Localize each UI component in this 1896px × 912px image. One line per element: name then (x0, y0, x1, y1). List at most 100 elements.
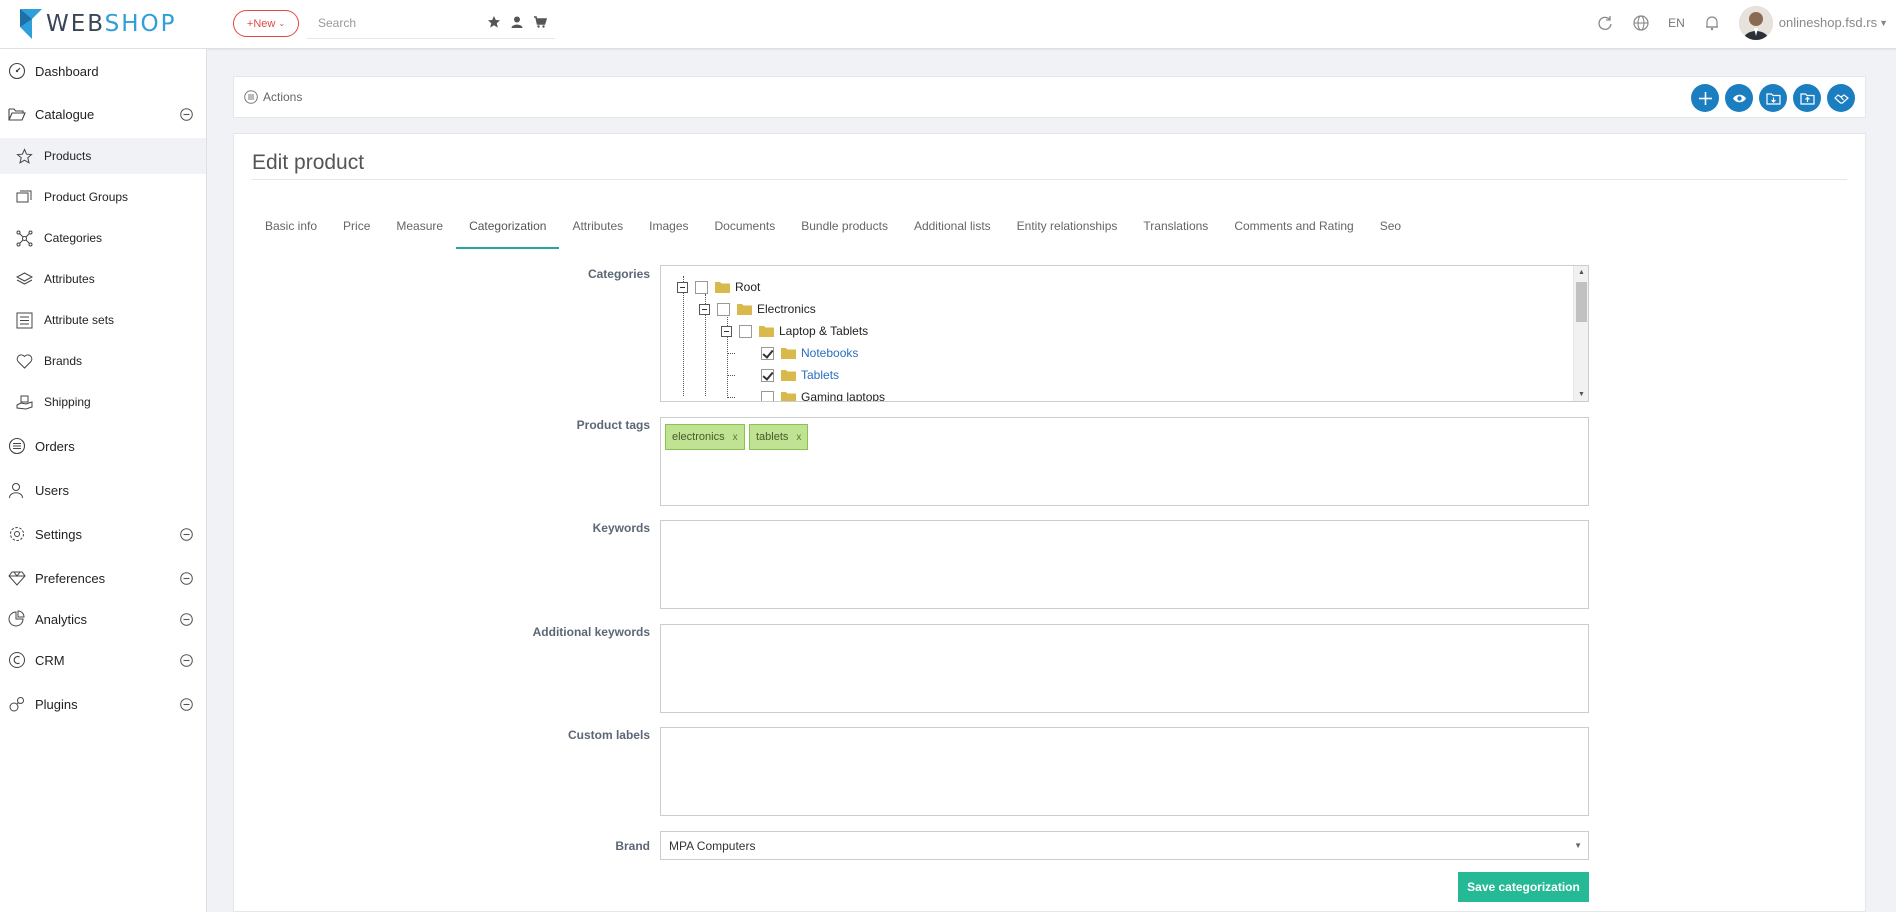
tree-line (727, 397, 735, 398)
folder-icon (781, 392, 796, 401)
sidebar-item-label: Users (35, 482, 69, 498)
sidebar-item-dashboard[interactable]: Dashboard (0, 52, 206, 90)
sidebar-item-brands[interactable]: Brands (0, 343, 206, 379)
checkbox[interactable] (761, 390, 774, 401)
checkbox-checked[interactable] (761, 346, 774, 360)
collapse-icon[interactable] (180, 107, 193, 121)
cart-icon[interactable] (533, 15, 548, 29)
sidebar-item-categories[interactable]: Categories (0, 220, 206, 256)
plus-icon (1698, 91, 1712, 105)
language-selector[interactable]: EN (1668, 16, 1685, 30)
sidebar-item-label: Catalogue (35, 106, 95, 122)
scroll-up-icon[interactable]: ▲ (1578, 269, 1585, 276)
tab-seo[interactable]: Seo (1367, 214, 1414, 249)
import-button[interactable] (1759, 84, 1787, 112)
checkbox[interactable] (717, 302, 730, 316)
scroll-down-icon[interactable]: ▼ (1578, 391, 1585, 398)
chevron-down-icon[interactable]: ▼ (1879, 18, 1888, 28)
expand-icon[interactable] (180, 653, 193, 667)
sidebar-item-orders[interactable]: Orders (0, 427, 206, 465)
folder-icon (781, 348, 796, 359)
bell-icon[interactable] (1703, 14, 1721, 32)
scrollbar[interactable]: ▲ ▼ (1573, 266, 1588, 401)
sidebar-item-attributes[interactable]: Attributes (0, 261, 206, 297)
tree-node-notebooks[interactable]: Notebooks (761, 344, 858, 362)
sidebar-item-attribute-sets[interactable]: Attribute sets (0, 302, 206, 338)
shop-name[interactable]: onlineshop.fsd.rs (1779, 15, 1877, 30)
brand-select[interactable]: MPA Computers ▼ (660, 831, 1589, 860)
collapse-icon[interactable] (699, 303, 710, 315)
sidebar-item-label: CRM (35, 652, 65, 668)
checkbox[interactable] (695, 280, 708, 294)
tab-translations[interactable]: Translations (1130, 214, 1221, 249)
refresh-icon[interactable] (1596, 14, 1614, 32)
globe-icon[interactable] (1632, 14, 1650, 32)
sidebar-item-analytics[interactable]: Analytics (0, 600, 206, 638)
tab-measure[interactable]: Measure (383, 214, 456, 249)
sidebar-item-product-groups[interactable]: Product Groups (0, 179, 206, 215)
user-icon[interactable] (510, 15, 524, 29)
tab-documents[interactable]: Documents (702, 214, 789, 249)
checkbox-checked[interactable] (761, 368, 774, 382)
sidebar-item-shipping[interactable]: Shipping (0, 384, 206, 420)
collapse-icon[interactable] (721, 325, 732, 337)
top-bar: WEBSHOP +New ⌄ EN onlineshop.fsd.rs ▼ (0, 0, 1896, 49)
tree-node-laptop-tablets[interactable]: Laptop & Tablets (721, 322, 868, 340)
sidebar-item-label: Categories (44, 231, 103, 245)
tab-attributes[interactable]: Attributes (559, 214, 636, 249)
save-categorization-button[interactable]: Save categorization (1458, 872, 1589, 902)
tab-bar: Basic info Price Measure Categorization … (252, 214, 1414, 249)
actions-toggle[interactable]: Actions (244, 90, 302, 104)
dashboard-icon (8, 62, 26, 80)
tag-remove-icon[interactable]: x (733, 432, 738, 443)
sidebar-item-plugins[interactable]: Plugins (0, 685, 206, 723)
keywords-field[interactable] (660, 520, 1589, 609)
keywords-label: Keywords (592, 521, 650, 535)
star-icon (16, 147, 33, 164)
preview-button[interactable] (1725, 84, 1753, 112)
expand-icon[interactable] (180, 612, 193, 626)
layers-icon (16, 271, 33, 285)
avatar[interactable] (1738, 5, 1773, 40)
product-tags-field[interactable]: electronics x tablets x (660, 417, 1589, 506)
custom-labels-field[interactable] (660, 727, 1589, 816)
checkbox[interactable] (739, 324, 752, 338)
tab-price[interactable]: Price (330, 214, 383, 249)
sidebar-item-users[interactable]: Users (0, 471, 206, 509)
tab-categorization[interactable]: Categorization (456, 214, 560, 249)
tab-additional-lists[interactable]: Additional lists (901, 214, 1004, 249)
expand-icon[interactable] (180, 571, 193, 585)
collapse-icon[interactable] (677, 281, 688, 293)
star-icon[interactable] (487, 15, 501, 29)
tree-node-label: Notebooks (801, 346, 859, 360)
tab-bundle-products[interactable]: Bundle products (788, 214, 901, 249)
export-button[interactable] (1793, 84, 1821, 112)
folder-icon (737, 304, 752, 315)
tab-comments-and-rating[interactable]: Comments and Rating (1221, 214, 1366, 249)
tab-entity-relationships[interactable]: Entity relationships (1004, 214, 1131, 249)
tab-images[interactable]: Images (636, 214, 701, 249)
additional-keywords-field[interactable] (660, 624, 1589, 713)
new-button[interactable]: +New ⌄ (233, 10, 299, 37)
scroll-thumb[interactable] (1576, 282, 1587, 322)
add-button[interactable] (1691, 84, 1719, 112)
expand-icon[interactable] (180, 527, 193, 541)
heart-icon (16, 353, 33, 369)
tree-node-label: Laptop & Tablets (779, 324, 869, 338)
search-input[interactable] (307, 9, 477, 37)
sidebar-item-settings[interactable]: Settings (0, 515, 206, 553)
tab-basic-info[interactable]: Basic info (252, 214, 330, 249)
sidebar-item-preferences[interactable]: Preferences (0, 559, 206, 597)
sidebar-item-catalogue[interactable]: Catalogue (0, 95, 206, 133)
sidebar-item-products[interactable]: Products (0, 138, 206, 174)
tree-node-root[interactable]: Root (677, 278, 760, 296)
tree-node-gaming-laptops[interactable]: Gaming laptops (761, 388, 885, 401)
logo[interactable]: WEBSHOP (18, 6, 177, 42)
tag-remove-icon[interactable]: x (796, 432, 801, 443)
tree-node-electronics[interactable]: Electronics (699, 300, 816, 318)
sidebar-item-crm[interactable]: CRM (0, 641, 206, 679)
expand-icon[interactable] (180, 697, 193, 711)
sidebar-item-label: Shipping (44, 395, 91, 409)
tree-node-tablets[interactable]: Tablets (761, 366, 839, 384)
handshake-button[interactable] (1827, 84, 1855, 112)
